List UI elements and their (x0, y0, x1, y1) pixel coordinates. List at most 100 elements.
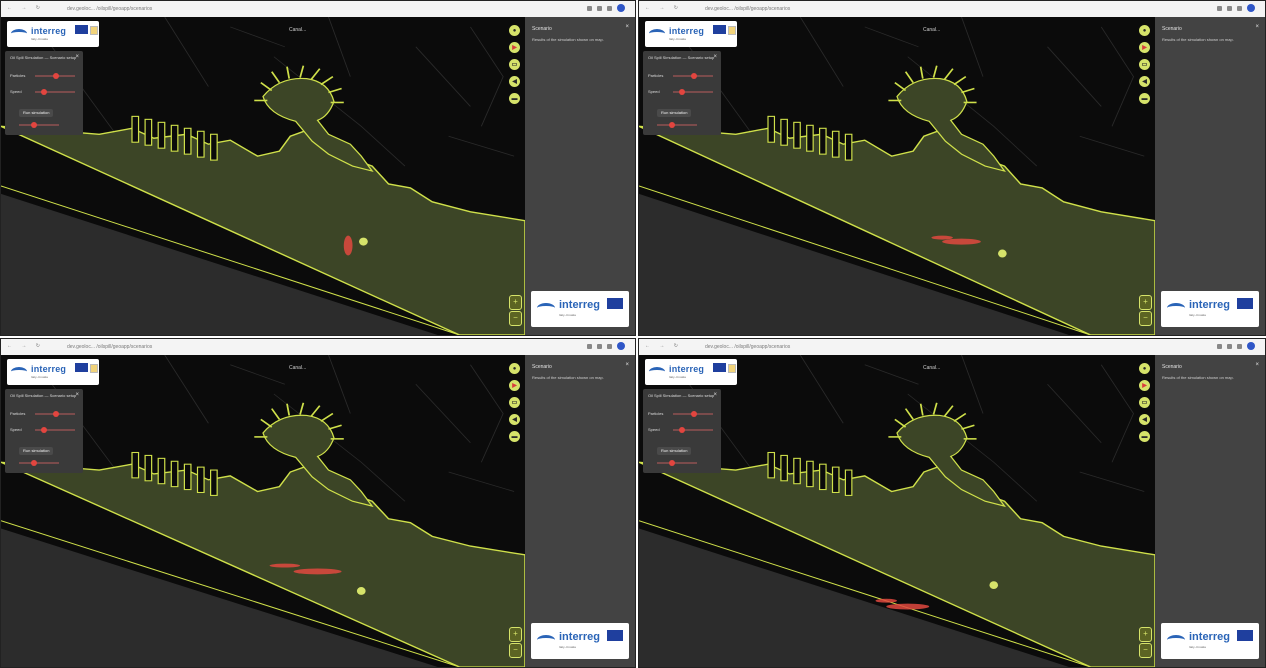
slider-handle[interactable] (669, 122, 675, 128)
zoom-out-button[interactable]: − (509, 311, 522, 326)
slider-handle[interactable] (679, 427, 685, 433)
circle-icon[interactable]: ● (1139, 25, 1150, 36)
circle-icon[interactable]: ● (1139, 363, 1150, 374)
extension-icon[interactable] (1217, 343, 1222, 349)
back-icon[interactable]: ◀ (1139, 414, 1150, 425)
extension-icon[interactable] (587, 343, 592, 349)
layers-icon[interactable]: ▬ (509, 431, 520, 442)
zoom-in-button[interactable]: + (1139, 627, 1152, 642)
time-slider[interactable] (657, 460, 697, 466)
back-icon[interactable]: ◀ (1139, 76, 1150, 87)
logo-tagline: Italy–Croatia (1189, 313, 1206, 317)
address-bar[interactable]: dev.geoloc... /oilspill/geoapp/scenarios (705, 6, 885, 12)
run-simulation-button[interactable]: Run simulation (19, 109, 54, 117)
bookmark-icon[interactable] (597, 343, 602, 349)
extension-icon[interactable] (587, 5, 592, 11)
logo-swoosh-icon (11, 367, 27, 376)
browser-tools (587, 342, 625, 350)
zoom-out-button[interactable]: − (1139, 311, 1152, 326)
puzzle-icon[interactable] (607, 5, 612, 11)
close-icon[interactable]: × (713, 392, 717, 398)
slider-handle[interactable] (669, 460, 675, 466)
bookmark-icon[interactable] (597, 5, 602, 11)
chat-icon[interactable]: ▭ (509, 397, 520, 408)
time-slider[interactable] (19, 122, 59, 128)
map-canvas[interactable]: interreg Italy–Croatia Oil Spill Simulat… (639, 355, 1155, 667)
zoom-in-button[interactable]: + (1139, 295, 1152, 310)
interreg-logo-top: interreg Italy–Croatia (645, 21, 737, 47)
play-icon[interactable]: ▶ (509, 380, 520, 391)
sidebar-description: Results of the simulation shown on map. (1162, 37, 1234, 42)
slider-handle[interactable] (31, 122, 37, 128)
particles-slider[interactable] (35, 73, 75, 79)
speed-slider[interactable] (673, 427, 713, 433)
profile-avatar[interactable] (617, 4, 625, 12)
address-bar[interactable]: dev.geoloc... /oilspill/geoapp/scenarios (67, 6, 247, 12)
extension-icon[interactable] (1217, 5, 1222, 11)
map-canvas[interactable]: interreg Italy–Croatia Oil Spill Simulat… (1, 17, 525, 335)
play-icon[interactable]: ▶ (1139, 42, 1150, 53)
play-icon[interactable]: ▶ (509, 42, 520, 53)
slider-handle[interactable] (691, 73, 697, 79)
chat-icon[interactable]: ▭ (1139, 397, 1150, 408)
close-icon[interactable]: × (75, 54, 79, 60)
circle-icon[interactable]: ● (509, 25, 520, 36)
run-simulation-button[interactable]: Run simulation (657, 109, 692, 117)
slider-handle[interactable] (41, 89, 47, 95)
back-icon[interactable]: ◀ (509, 414, 520, 425)
close-icon[interactable]: × (1255, 24, 1259, 30)
close-icon[interactable]: × (625, 362, 629, 368)
particles-slider[interactable] (673, 411, 713, 417)
speed-slider[interactable] (35, 427, 75, 433)
browser-nav-icons[interactable]: ← → ↻ (7, 5, 44, 11)
browser-nav-icons[interactable]: ← → ↻ (645, 5, 682, 11)
slider-handle[interactable] (31, 460, 37, 466)
puzzle-icon[interactable] (607, 343, 612, 349)
particles-label: Particles (10, 73, 26, 78)
chat-icon[interactable]: ▭ (1139, 59, 1150, 70)
logo-tagline: Italy–Croatia (1189, 645, 1206, 649)
zoom-out-button[interactable]: − (509, 643, 522, 658)
address-bar[interactable]: dev.geoloc... /oilspill/geoapp/scenarios (705, 344, 885, 350)
close-icon[interactable]: × (625, 24, 629, 30)
run-simulation-button[interactable]: Run simulation (657, 447, 692, 455)
slider-handle[interactable] (53, 73, 59, 79)
close-icon[interactable]: × (713, 54, 717, 60)
browser-nav-icons[interactable]: ← → ↻ (7, 343, 44, 349)
zoom-in-button[interactable]: + (509, 295, 522, 310)
browser-nav-icons[interactable]: ← → ↻ (645, 343, 682, 349)
logo-tagline: Italy–Croatia (31, 375, 48, 379)
profile-avatar[interactable] (1247, 342, 1255, 350)
back-icon[interactable]: ◀ (509, 76, 520, 87)
map-canvas[interactable]: interreg Italy–Croatia Oil Spill Simulat… (639, 17, 1155, 335)
layers-icon[interactable]: ▬ (1139, 431, 1150, 442)
zoom-in-button[interactable]: + (509, 627, 522, 642)
close-icon[interactable]: × (1255, 362, 1259, 368)
slider-handle[interactable] (679, 89, 685, 95)
bookmark-icon[interactable] (1227, 343, 1232, 349)
slider-handle[interactable] (691, 411, 697, 417)
slider-handle[interactable] (41, 427, 47, 433)
zoom-out-button[interactable]: − (1139, 643, 1152, 658)
close-icon[interactable]: × (75, 392, 79, 398)
puzzle-icon[interactable] (1237, 343, 1242, 349)
particles-slider[interactable] (35, 411, 75, 417)
speed-slider[interactable] (35, 89, 75, 95)
time-slider[interactable] (19, 460, 59, 466)
circle-icon[interactable]: ● (509, 363, 520, 374)
address-bar[interactable]: dev.geoloc... /oilspill/geoapp/scenarios (67, 344, 247, 350)
play-icon[interactable]: ▶ (1139, 380, 1150, 391)
layers-icon[interactable]: ▬ (1139, 93, 1150, 104)
chat-icon[interactable]: ▭ (509, 59, 520, 70)
slider-handle[interactable] (53, 411, 59, 417)
run-simulation-button[interactable]: Run simulation (19, 447, 54, 455)
map-canvas[interactable]: interreg Italy–Croatia Oil Spill Simulat… (1, 355, 525, 667)
profile-avatar[interactable] (617, 342, 625, 350)
bookmark-icon[interactable] (1227, 5, 1232, 11)
puzzle-icon[interactable] (1237, 5, 1242, 11)
time-slider[interactable] (657, 122, 697, 128)
speed-slider[interactable] (673, 89, 713, 95)
profile-avatar[interactable] (1247, 4, 1255, 12)
layers-icon[interactable]: ▬ (509, 93, 520, 104)
particles-slider[interactable] (673, 73, 713, 79)
